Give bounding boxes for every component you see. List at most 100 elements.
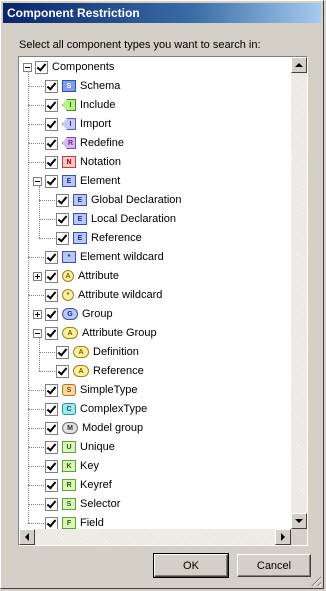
scroll-left-button[interactable]	[19, 529, 35, 545]
icon-glyph: K	[66, 462, 72, 470]
tree-item-label: Field	[80, 517, 104, 529]
checkbox[interactable]	[56, 212, 69, 226]
tree-item-label: Definition	[93, 346, 139, 358]
checkbox[interactable]	[45, 478, 58, 492]
tree-item-label: Keyref	[80, 479, 112, 491]
tree-item-label: Reference	[93, 365, 144, 377]
scrollbar-corner	[291, 529, 307, 545]
tree-item[interactable]: E Element	[33, 172, 120, 190]
checkbox[interactable]	[45, 155, 58, 169]
tree-item[interactable]: S SimpleType	[45, 381, 137, 399]
checkbox[interactable]	[56, 345, 69, 359]
checkbox[interactable]	[45, 269, 58, 283]
checkbox[interactable]	[45, 136, 58, 150]
checkbox[interactable]	[45, 402, 58, 416]
tree-item[interactable]: A Reference	[56, 362, 144, 380]
tree-item[interactable]: A Definition	[56, 343, 139, 361]
checkbox[interactable]	[45, 98, 58, 112]
tree-connector-line	[39, 200, 55, 201]
tree-item[interactable]: E Reference	[56, 229, 142, 247]
tree-item-label: Element	[80, 175, 121, 187]
tree-item[interactable]: G Group	[33, 305, 113, 323]
checkbox[interactable]	[45, 383, 58, 397]
horizontal-scrollbar[interactable]	[19, 529, 291, 545]
scroll-up-button[interactable]	[291, 57, 307, 73]
collapse-icon[interactable]	[23, 62, 32, 72]
checkbox[interactable]	[45, 497, 58, 511]
checkbox[interactable]	[45, 307, 58, 321]
title-bar[interactable]: Component Restriction	[3, 3, 321, 23]
tree-item[interactable]: E Local Declaration	[56, 210, 176, 228]
tree-item-label: Group	[82, 308, 113, 320]
icon-glyph: F	[66, 519, 72, 527]
checkbox[interactable]	[56, 193, 69, 207]
tree-item[interactable]: A Attribute Group	[33, 324, 157, 342]
checkbox[interactable]	[45, 459, 58, 473]
complex-type-icon: C	[62, 403, 76, 415]
tree-item[interactable]: R Redefine	[45, 134, 124, 152]
tree-connector-line	[28, 295, 44, 296]
scroll-right-button[interactable]	[275, 529, 291, 545]
tree-item[interactable]: K Key	[45, 457, 99, 475]
tree-item[interactable]: Components	[23, 58, 114, 76]
checkbox[interactable]	[45, 250, 58, 264]
ok-button-label: OK	[183, 559, 199, 572]
tree-item[interactable]: F Field	[45, 514, 104, 529]
checkbox[interactable]	[45, 326, 58, 340]
checkbox[interactable]	[56, 231, 69, 245]
checkbox[interactable]	[45, 440, 58, 454]
tree-item-label: Reference	[91, 232, 142, 244]
icon-glyph: R	[67, 139, 74, 147]
tree-connector-line	[39, 352, 55, 353]
tree-item[interactable]: S Selector	[45, 495, 120, 513]
import-icon: I	[62, 118, 76, 130]
tree-item[interactable]: U Unique	[45, 438, 115, 456]
checkbox[interactable]	[56, 364, 69, 378]
tree-connector-line	[28, 447, 44, 448]
tree-item[interactable]: I Include	[45, 96, 115, 114]
tree-item[interactable]: N Notation	[45, 153, 121, 171]
ok-button[interactable]: OK	[153, 553, 229, 578]
tree-item-label: SimpleType	[80, 384, 138, 396]
icon-glyph: I	[69, 120, 72, 128]
vertical-scrollbar[interactable]	[291, 57, 307, 529]
icon-glyph: E	[77, 196, 83, 204]
scroll-down-button[interactable]	[291, 513, 307, 529]
tree-item[interactable]: I Import	[45, 115, 111, 133]
collapse-icon[interactable]	[33, 328, 42, 338]
attribute-group-icon: A	[62, 327, 78, 339]
component-tree: Components S Schema I Include I Import R Redefin…	[18, 56, 308, 546]
tree-connector-line	[28, 257, 44, 258]
cancel-button[interactable]: Cancel	[237, 554, 311, 577]
element-icon: E	[73, 232, 87, 244]
tree-connector-line	[28, 428, 44, 429]
checkbox[interactable]	[45, 516, 58, 529]
tree-item[interactable]: C ComplexType	[45, 400, 147, 418]
tree-item[interactable]: M Model group	[45, 419, 143, 437]
attribute-wildcard-icon: *	[62, 289, 74, 301]
tree-connector-line	[28, 105, 44, 106]
checkbox[interactable]	[45, 421, 58, 435]
tree-connector-line	[28, 143, 44, 144]
left-arrow-icon	[25, 533, 29, 541]
collapse-icon[interactable]	[33, 176, 42, 186]
checkbox[interactable]	[45, 79, 58, 93]
checkbox[interactable]	[45, 117, 58, 131]
tree-item-label: ComplexType	[80, 403, 148, 415]
element-icon: E	[73, 213, 87, 225]
tree-item[interactable]: R Keyref	[45, 476, 112, 494]
tree-item[interactable]: * Element wildcard	[45, 248, 164, 266]
icon-glyph: A	[67, 329, 73, 337]
tree-item[interactable]: A Attribute	[33, 267, 119, 285]
tree-item[interactable]: S Schema	[45, 77, 120, 95]
checkbox[interactable]	[45, 174, 58, 188]
checkbox[interactable]	[35, 60, 48, 74]
tree-connector-line	[28, 466, 44, 467]
tree-item[interactable]: E Global Declaration	[56, 191, 182, 209]
expand-icon[interactable]	[33, 271, 42, 281]
tree-connector-line	[28, 485, 44, 486]
expand-icon[interactable]	[33, 309, 42, 319]
checkbox[interactable]	[45, 288, 58, 302]
tree-item-label: Attribute Group	[82, 327, 157, 339]
tree-item[interactable]: * Attribute wildcard	[45, 286, 162, 304]
